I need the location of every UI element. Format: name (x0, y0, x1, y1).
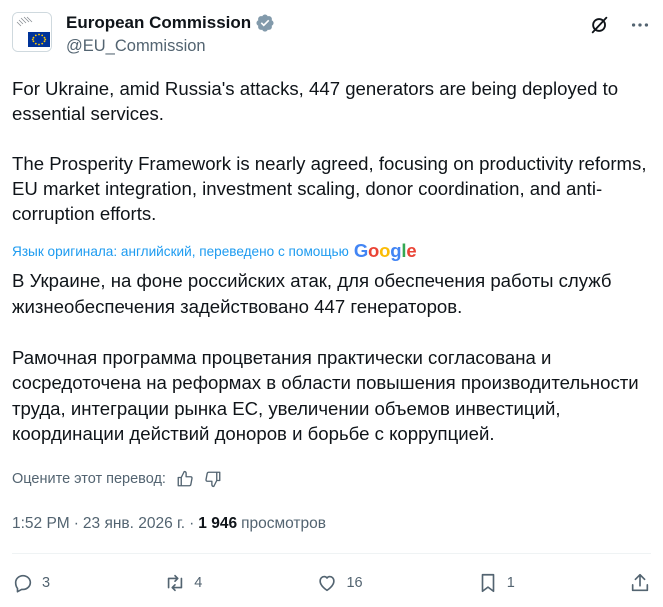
account-handle[interactable]: @EU_Commission (66, 37, 275, 56)
bookmark-count: 1 (506, 575, 515, 591)
thumbs-down-icon[interactable] (204, 470, 222, 488)
tweet-header: European Commission @EU_Commission (12, 10, 651, 60)
rate-translation-label: Оцените этот перевод: (12, 471, 166, 487)
eu-commission-logo (13, 13, 51, 51)
repost-icon (164, 572, 186, 594)
repost-button[interactable]: 4 (164, 572, 202, 594)
google-logo: Google (353, 240, 417, 261)
share-button[interactable] (629, 572, 651, 594)
views-label: просмотров (241, 515, 326, 532)
reply-button[interactable]: 3 (12, 572, 50, 594)
views-count: 1 946 (198, 515, 238, 532)
tweet-meta: 1:52 PM · 23 янв. 2026 г. · 1 946 просмо… (12, 515, 326, 533)
bookmark-button[interactable]: 1 (477, 572, 515, 594)
like-button[interactable]: 16 (316, 572, 363, 594)
reply-count: 3 (42, 575, 51, 591)
account-names: European Commission @EU_Commission (66, 12, 275, 56)
avatar[interactable] (12, 12, 52, 52)
tweet-actions: 3 4 16 1 (12, 570, 651, 596)
translated-paragraph-1: В Украине, на фоне российских атак, для … (12, 270, 612, 317)
tweet-date[interactable]: 23 янв. 2026 г. (83, 515, 185, 533)
translated-text: В Украине, на фоне российских атак, для … (12, 268, 652, 447)
tweet-paragraph-1: For Ukraine, amid Russia's attacks, 447 … (12, 78, 619, 124)
separator-dot: · (189, 515, 195, 532)
share-icon (629, 572, 651, 594)
heart-icon (316, 572, 338, 594)
divider (12, 553, 651, 554)
tweet-text: For Ukraine, amid Russia's attacks, 447 … (12, 76, 652, 226)
translation-notice: Язык оригинала: английский, переведено с… (12, 240, 417, 262)
bookmark-icon (477, 572, 499, 594)
translated-paragraph-2: Рамочная программа процветания практичес… (12, 346, 639, 445)
reply-icon (12, 572, 34, 594)
grok-icon[interactable] (589, 14, 611, 36)
separator-dot: · (73, 515, 79, 532)
translation-notice-text[interactable]: Язык оригинала: английский, переведено с… (12, 244, 349, 259)
more-options-icon[interactable] (629, 14, 651, 36)
thumbs-up-icon[interactable] (176, 470, 194, 488)
like-count: 16 (346, 575, 363, 591)
tweet-time[interactable]: 1:52 PM (12, 515, 70, 533)
verified-badge-icon[interactable] (255, 13, 275, 33)
tweet-paragraph-2: The Prosperity Framework is nearly agree… (12, 153, 647, 224)
header-actions (589, 14, 651, 36)
rate-translation: Оцените этот перевод: (12, 470, 222, 488)
account-name[interactable]: European Commission (66, 13, 251, 33)
repost-count: 4 (194, 575, 203, 591)
